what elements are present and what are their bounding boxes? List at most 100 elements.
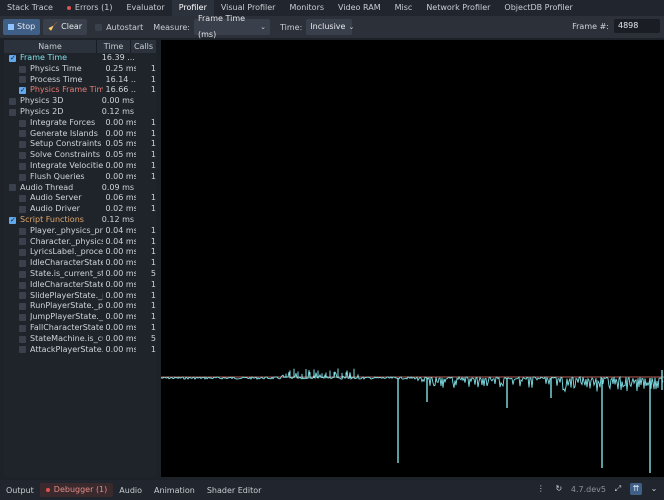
row-checkbox[interactable] <box>19 249 26 257</box>
table-row[interactable]: Audio Thread 0.09 ms <box>4 183 156 194</box>
column-header-name[interactable]: Name <box>4 40 97 53</box>
row-checkbox[interactable] <box>19 162 26 170</box>
table-row[interactable]: IdleCharacterState._...0.00 ms 1 <box>4 258 156 269</box>
more-icon[interactable]: ⋮ <box>535 483 547 495</box>
table-row[interactable]: SlidePlayerState._pro...0.00 ms 1 <box>4 291 156 302</box>
stop-button[interactable]: Stop <box>3 19 41 35</box>
table-row[interactable]: Frame Time 16.39 ... <box>4 53 156 64</box>
table-row[interactable]: IdleCharacterState._...0.00 ms 1 <box>4 280 156 291</box>
bottom-tab-shader-editor[interactable]: Shader Editor <box>201 486 268 495</box>
row-calls: 5 <box>150 268 156 278</box>
row-name: SlidePlayerState._pro... <box>30 290 103 300</box>
column-header-calls[interactable]: Calls <box>131 40 156 53</box>
table-row[interactable]: Character._physics_p...0.04 ms 1 <box>4 237 156 248</box>
tab-label: Errors (1) <box>74 3 113 12</box>
table-row[interactable]: FallCharacterState._p...0.00 ms 1 <box>4 323 156 334</box>
column-header-time[interactable]: Time <box>97 40 131 53</box>
row-checkbox[interactable] <box>19 324 26 332</box>
tab-errors-1[interactable]: Errors (1) <box>60 0 120 16</box>
row-time: 16.66 ... <box>105 85 136 95</box>
row-checkbox[interactable] <box>19 119 26 127</box>
row-checkbox[interactable] <box>19 292 26 300</box>
row-calls: 1 <box>150 128 156 138</box>
measure-select[interactable]: Frame Time (ms) ⌄ <box>194 14 270 39</box>
row-checkbox[interactable] <box>19 206 26 214</box>
tab-monitors[interactable]: Monitors <box>282 0 331 16</box>
table-row[interactable]: Script Functions 0.12 ms <box>4 215 156 226</box>
autostart-checkbox[interactable] <box>95 23 103 31</box>
debugger-tab-bar: Stack Trace Errors (1) Evaluator Profiler Vi… <box>0 0 664 16</box>
row-name-cell: State.is_current_state <box>4 269 103 280</box>
table-row[interactable]: RunPlayerState._proc...0.00 ms 1 <box>4 301 156 312</box>
row-checkbox[interactable] <box>9 53 16 63</box>
table-row[interactable]: Physics 2D 0.12 ms <box>4 107 156 118</box>
row-checkbox[interactable] <box>19 195 26 203</box>
row-checkbox[interactable] <box>19 238 26 246</box>
row-calls: 1 <box>150 204 156 214</box>
row-time: 0.12 ms <box>101 106 135 116</box>
table-row[interactable]: LyricsLabel._process 0.00 ms 1 <box>4 247 156 258</box>
expand-icon[interactable]: ⤢ <box>612 483 624 495</box>
row-name: JumpPlayerState._pr... <box>30 312 103 322</box>
row-checkbox[interactable] <box>19 346 26 354</box>
row-checkbox[interactable] <box>19 65 26 73</box>
row-checkbox[interactable] <box>19 85 26 95</box>
row-checkbox[interactable] <box>19 314 26 322</box>
table-header: Name Time Calls <box>4 40 156 53</box>
row-checkbox[interactable] <box>19 270 26 278</box>
row-checkbox[interactable] <box>19 173 26 181</box>
history-icon[interactable]: ↻ <box>553 483 565 495</box>
collapse-icon[interactable]: ⌄ <box>648 483 660 495</box>
table-row[interactable]: JumpPlayerState._pr...0.00 ms 1 <box>4 312 156 323</box>
bottom-tab-audio[interactable]: Audio <box>113 486 148 495</box>
table-row[interactable]: Audio Driver 0.02 ms 1 <box>4 204 156 215</box>
table-row[interactable]: Integrate Forces 0.00 ms 1 <box>4 118 156 129</box>
row-checkbox[interactable] <box>9 215 16 225</box>
frame-time-graph[interactable] <box>161 40 664 477</box>
table-row[interactable]: StateMachine.is_curr...0.00 ms 5 <box>4 334 156 345</box>
table-row[interactable]: Player._physics_proc...0.04 ms 1 <box>4 226 156 237</box>
row-checkbox[interactable] <box>9 98 16 106</box>
frame-number-input[interactable]: 4898 <box>614 19 660 33</box>
row-time: 0.00 ms <box>105 128 136 138</box>
clear-button[interactable]: 🧹 Clear <box>43 19 88 35</box>
table-row[interactable]: Process Time 16.14 ... 1 <box>4 75 156 86</box>
bottom-tab-debugger-1[interactable]: Debugger (1) <box>39 483 114 497</box>
pin-panel-icon[interactable]: ⇈ <box>630 483 642 495</box>
tab-objectdb-profiler[interactable]: ObjectDB Profiler <box>497 0 579 16</box>
table-row[interactable]: Physics Time 0.25 ms 1 <box>4 64 156 75</box>
row-checkbox[interactable] <box>19 152 26 160</box>
table-row[interactable]: Setup Constraints 0.05 ms 1 <box>4 139 156 150</box>
row-checkbox[interactable] <box>19 76 26 84</box>
table-row[interactable]: Solve Constraints 0.05 ms 1 <box>4 150 156 161</box>
tab-stack-trace[interactable]: Stack Trace <box>0 0 60 16</box>
table-row[interactable]: Generate Islands 0.00 ms 1 <box>4 129 156 140</box>
row-checkbox[interactable] <box>19 141 26 149</box>
tab-misc[interactable]: Misc <box>388 0 420 16</box>
row-checkbox[interactable] <box>19 227 26 235</box>
row-checkbox[interactable] <box>19 281 26 289</box>
bottom-tab-label: Audio <box>119 485 143 495</box>
profiler-graph[interactable] <box>161 40 664 477</box>
broom-icon: 🧹 <box>48 22 59 31</box>
bottom-tab-output[interactable]: Output <box>0 486 40 495</box>
bottom-tab-animation[interactable]: Animation <box>148 486 201 495</box>
row-checkbox[interactable] <box>19 130 26 138</box>
engine-version: 4.7.dev5 <box>570 484 606 494</box>
row-checkbox[interactable] <box>9 184 16 192</box>
table-row[interactable]: Audio Server 0.06 ms 1 <box>4 193 156 204</box>
tab-evaluator[interactable]: Evaluator <box>119 0 171 16</box>
row-checkbox[interactable] <box>19 260 26 268</box>
row-checkbox[interactable] <box>19 303 26 311</box>
table-row[interactable]: AttackPlayerState._pr...0.00 ms 1 <box>4 345 156 356</box>
table-row[interactable]: State.is_current_state0.00 ms 5 <box>4 269 156 280</box>
table-row[interactable]: Integrate Velocities 0.00 ms 1 <box>4 161 156 172</box>
row-checkbox[interactable] <box>9 108 16 116</box>
table-row[interactable]: Flush Queries 0.00 ms 1 <box>4 172 156 183</box>
tab-video-ram[interactable]: Video RAM <box>331 0 388 16</box>
time-select[interactable]: Inclusive ⌄ <box>306 19 354 35</box>
table-row[interactable]: Physics Frame Time16.66 ... 1 <box>4 85 156 96</box>
tab-network-profiler[interactable]: Network Profiler <box>419 0 497 16</box>
table-row[interactable]: Physics 3D 0.00 ms <box>4 96 156 107</box>
row-checkbox[interactable] <box>19 335 26 343</box>
